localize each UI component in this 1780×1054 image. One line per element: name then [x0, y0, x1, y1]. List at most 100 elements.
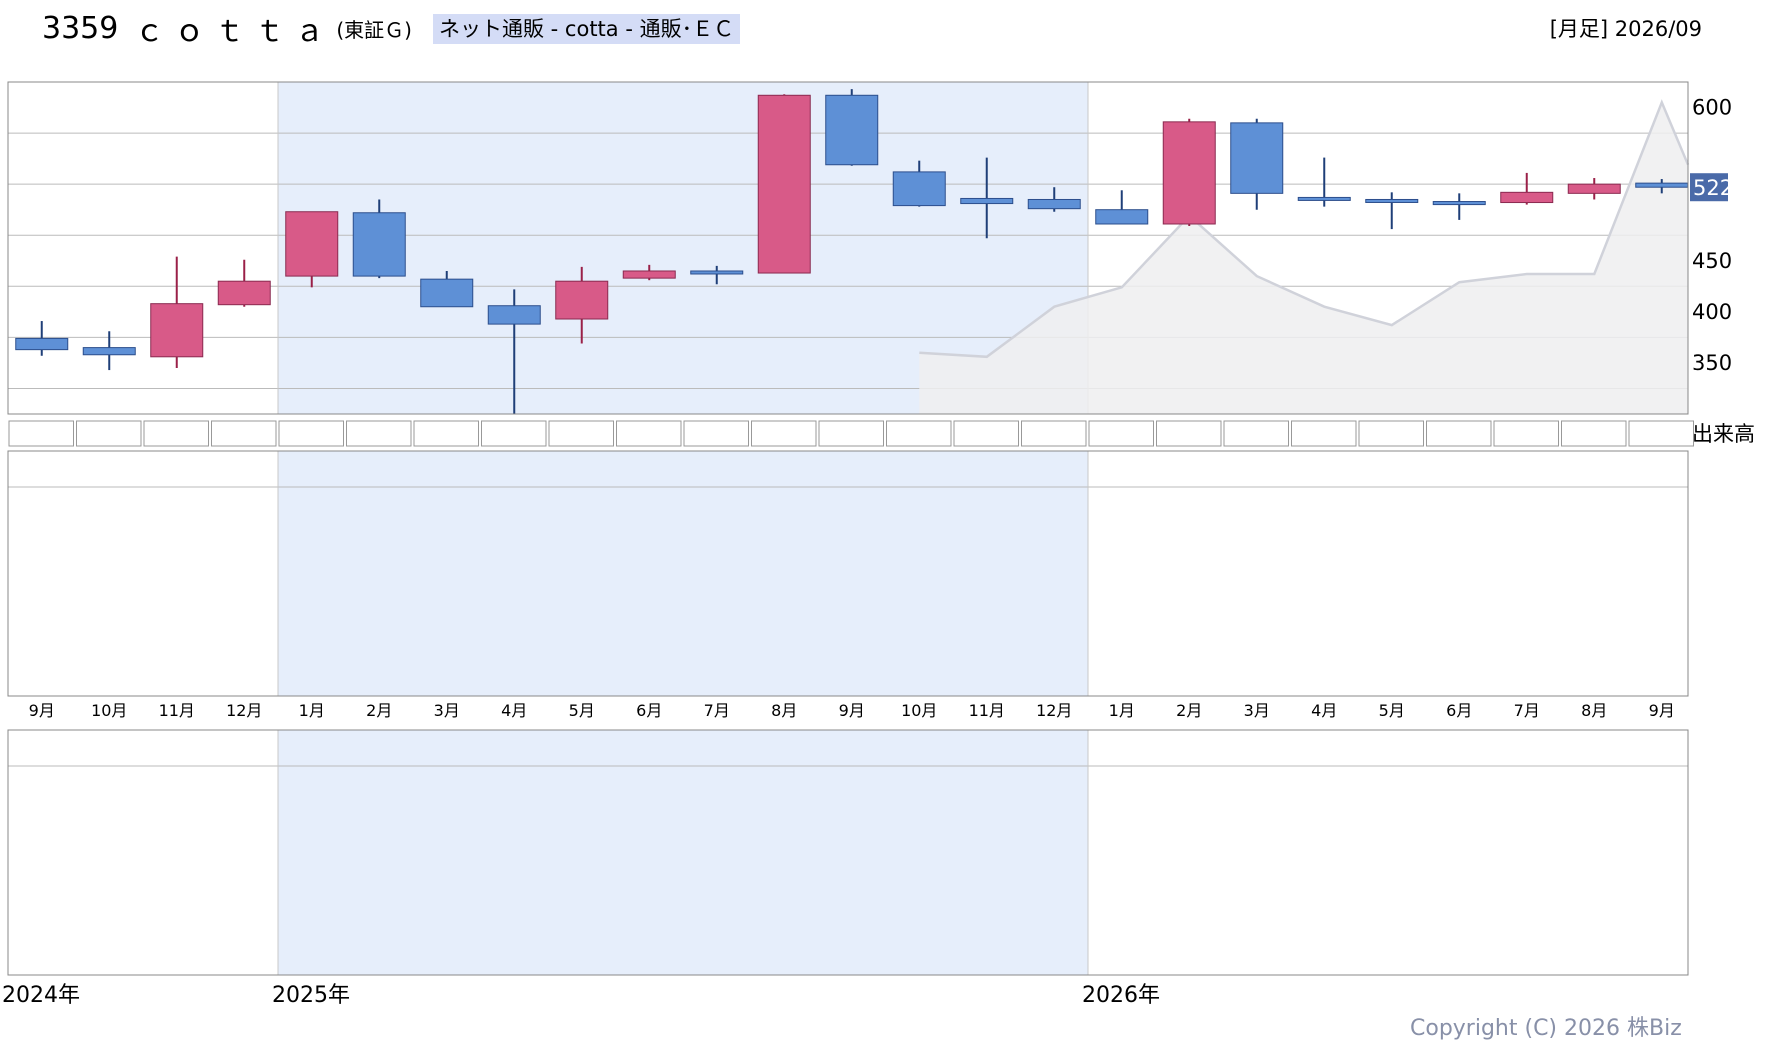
candle-body	[82, 347, 136, 356]
volume-cell	[143, 420, 209, 447]
volume-cell	[76, 420, 142, 447]
candle	[1500, 172, 1554, 205]
year-label: 2025年	[272, 983, 350, 1008]
month-label: 9月	[29, 701, 55, 720]
month-label: 5月	[1379, 701, 1405, 720]
y-tick-label: 350	[1692, 351, 1732, 375]
month-label: 8月	[1581, 701, 1607, 720]
candle-body	[622, 270, 676, 279]
volume-cell	[751, 420, 817, 447]
month-label: 12月	[1036, 701, 1072, 720]
month-label: 1月	[299, 701, 325, 720]
candle-body	[487, 305, 541, 325]
candle-body	[1095, 209, 1149, 225]
volume-cell	[413, 420, 479, 447]
volume-cell	[1628, 420, 1694, 447]
candle	[1432, 193, 1486, 220]
candlestick-chart: 600 450 400 350 522 9月 10月 11月 12月 1月 2月 3月 4月 5月 6月 7月…	[2, 81, 1755, 1008]
candle	[15, 321, 69, 356]
candle-body	[757, 94, 811, 274]
month-label: 3月	[434, 701, 460, 720]
month-label: 9月	[1649, 701, 1675, 720]
candle	[285, 211, 339, 288]
volume-cell	[1358, 420, 1424, 447]
candle-body	[960, 197, 1014, 205]
candle-body	[1432, 201, 1486, 206]
candle-body	[285, 211, 339, 277]
month-label: 10月	[91, 701, 127, 720]
volume-cell	[818, 420, 884, 447]
candle-body	[1635, 182, 1689, 188]
candle-body	[690, 270, 744, 275]
candle-body	[1230, 122, 1284, 194]
month-label: 1月	[1109, 701, 1135, 720]
candle	[1297, 157, 1351, 207]
volume-cell	[1223, 420, 1289, 447]
volume-cell	[1426, 420, 1492, 447]
month-label: 8月	[771, 701, 797, 720]
candle	[217, 259, 271, 307]
volume-cell	[683, 420, 749, 447]
month-label: 7月	[1514, 701, 1540, 720]
year-label: 2026年	[1082, 983, 1160, 1008]
y-tick-label: 600	[1692, 96, 1732, 120]
candle	[150, 256, 204, 369]
y-tick-label: 450	[1692, 249, 1732, 273]
volume-cell	[481, 420, 547, 447]
month-label: 5月	[569, 701, 595, 720]
candle	[757, 94, 811, 274]
candle-body	[420, 278, 474, 308]
candle	[825, 89, 879, 166]
volume-label: 出来高	[1692, 422, 1755, 446]
candle-body	[892, 171, 946, 207]
month-label: 11月	[159, 701, 195, 720]
candle-body	[352, 212, 406, 277]
candle	[1162, 118, 1216, 227]
candle-body	[1297, 196, 1351, 201]
candle-body	[1365, 198, 1419, 203]
volume-cell	[1021, 420, 1087, 447]
volume-cell	[8, 420, 74, 447]
volume-cell	[278, 420, 344, 447]
month-label: 11月	[969, 701, 1005, 720]
month-label: 6月	[636, 701, 662, 720]
month-label: 9月	[839, 701, 865, 720]
year-highlight-band	[278, 730, 1088, 975]
month-label: 2月	[1176, 701, 1202, 720]
candle-body	[1162, 121, 1216, 225]
month-label: 10月	[901, 701, 937, 720]
candle-body	[1567, 183, 1621, 194]
month-label: 6月	[1446, 701, 1472, 720]
volume-cell	[1493, 420, 1559, 447]
volume-cell	[211, 420, 277, 447]
volume-cell	[1561, 420, 1627, 447]
y-tick-label: 400	[1692, 300, 1732, 324]
month-label: 12月	[226, 701, 262, 720]
candle	[1230, 118, 1284, 210]
candle	[1567, 178, 1621, 200]
volume-cell	[886, 420, 952, 447]
candle-body	[15, 337, 69, 351]
volume-cell	[1156, 420, 1222, 447]
candle-body	[1027, 198, 1081, 210]
volume-cell	[1088, 420, 1154, 447]
volume-cell	[616, 420, 682, 447]
volume-cell	[953, 420, 1019, 447]
month-label: 3月	[1244, 701, 1270, 720]
candle-body	[217, 280, 271, 306]
month-label: 4月	[1311, 701, 1337, 720]
current-price-label: 522	[1693, 176, 1733, 200]
candle-body	[825, 94, 879, 166]
candle	[1095, 190, 1149, 225]
candle-body	[1500, 191, 1554, 204]
volume-cell	[346, 420, 412, 447]
month-label: 7月	[704, 701, 730, 720]
volume-cell	[548, 420, 614, 447]
candle	[1365, 192, 1419, 230]
month-label: 2月	[366, 701, 392, 720]
candle-body	[150, 303, 204, 358]
month-label: 4月	[501, 701, 527, 720]
candle-body	[555, 280, 609, 320]
volume-cell	[1291, 420, 1357, 447]
year-highlight-band	[278, 451, 1088, 696]
